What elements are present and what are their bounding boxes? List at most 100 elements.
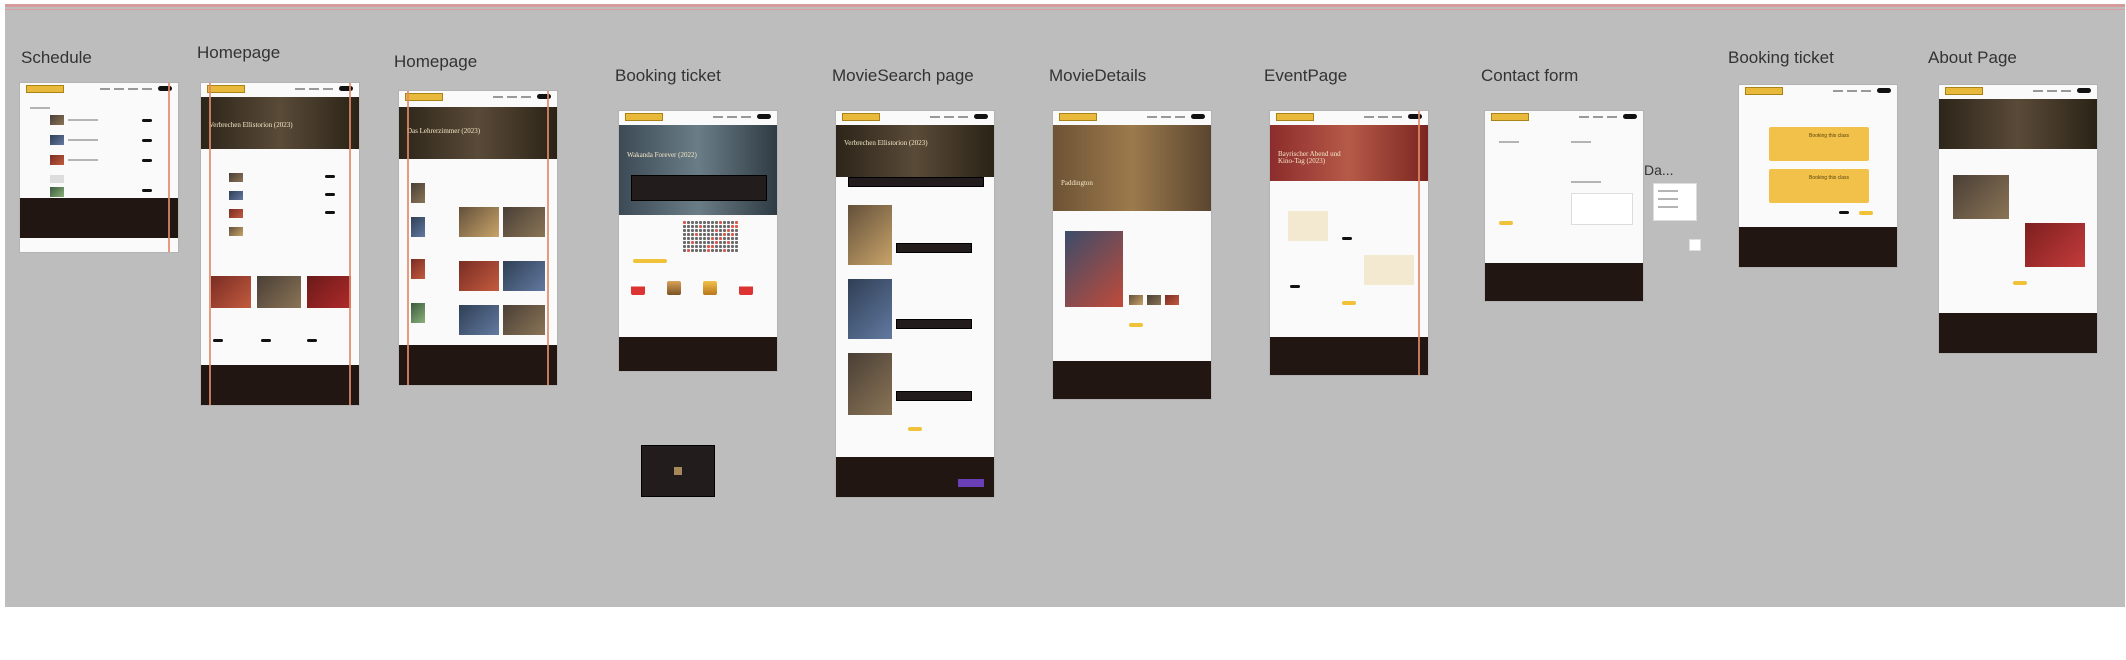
seat[interactable] <box>707 229 710 232</box>
frame-label-movie-search[interactable]: MovieSearch page <box>832 66 974 86</box>
seat[interactable] <box>719 249 722 252</box>
hero-banner[interactable]: Verbrechen Ellistorion (2023) <box>836 125 994 177</box>
seat[interactable] <box>711 225 714 228</box>
frame-label-schedule[interactable]: Schedule <box>21 48 92 68</box>
seat[interactable] <box>727 233 730 236</box>
seat[interactable] <box>715 237 718 240</box>
seat[interactable] <box>715 225 718 228</box>
seat[interactable] <box>707 237 710 240</box>
seat[interactable] <box>691 241 694 244</box>
seat[interactable] <box>703 249 706 252</box>
seat[interactable] <box>683 241 686 244</box>
seat[interactable] <box>731 225 734 228</box>
seat[interactable] <box>719 225 722 228</box>
frame-data[interactable] <box>1653 183 1697 221</box>
seat[interactable] <box>711 237 714 240</box>
seat[interactable] <box>715 249 718 252</box>
seat[interactable] <box>687 245 690 248</box>
snack-popcorn[interactable] <box>631 281 645 295</box>
seat[interactable] <box>691 245 694 248</box>
seat[interactable] <box>703 229 706 232</box>
seat[interactable] <box>735 245 738 248</box>
seat[interactable] <box>731 233 734 236</box>
seat[interactable] <box>683 249 686 252</box>
seat[interactable] <box>727 221 730 224</box>
seat[interactable] <box>703 245 706 248</box>
seat[interactable] <box>727 249 730 252</box>
seat[interactable] <box>711 241 714 244</box>
seat[interactable] <box>703 241 706 244</box>
seat[interactable] <box>719 237 722 240</box>
seat[interactable] <box>691 237 694 240</box>
seat[interactable] <box>711 249 714 252</box>
seat[interactable] <box>727 229 730 232</box>
seat[interactable] <box>727 245 730 248</box>
seat[interactable] <box>695 249 698 252</box>
ticket-card-2[interactable]: Booking this class <box>1769 169 1869 203</box>
frame-label-about[interactable]: About Page <box>1928 48 2017 68</box>
frame-label-booking-2[interactable]: Booking ticket <box>1728 48 1834 68</box>
seat[interactable] <box>707 249 710 252</box>
seat[interactable] <box>731 241 734 244</box>
seat[interactable] <box>707 233 710 236</box>
seat[interactable] <box>711 221 714 224</box>
seat[interactable] <box>735 241 738 244</box>
seat[interactable] <box>727 241 730 244</box>
snack-combo[interactable] <box>703 281 717 295</box>
seat[interactable] <box>731 245 734 248</box>
frame-booking-1[interactable]: Wakanda Forever (2022) <box>619 111 777 371</box>
frame-label-movie-details[interactable]: MovieDetails <box>1049 66 1146 86</box>
frame-about[interactable] <box>1939 85 2097 353</box>
frame-label-homepage-2[interactable]: Homepage <box>394 52 477 72</box>
hero-banner[interactable]: Bayrischer Abend und Kino-Tag (2023) <box>1270 125 1428 181</box>
seat[interactable] <box>683 233 686 236</box>
seat[interactable] <box>715 221 718 224</box>
seat[interactable] <box>703 225 706 228</box>
seat[interactable] <box>723 241 726 244</box>
seat[interactable] <box>735 221 738 224</box>
seat[interactable] <box>703 237 706 240</box>
frame-label-event-page[interactable]: EventPage <box>1264 66 1347 86</box>
seat[interactable] <box>735 233 738 236</box>
seat[interactable] <box>699 249 702 252</box>
seat[interactable] <box>735 249 738 252</box>
seat[interactable] <box>687 249 690 252</box>
frame-contact-form[interactable] <box>1485 111 1643 301</box>
seat[interactable] <box>699 229 702 232</box>
frame-movie-details[interactable]: Paddington <box>1053 111 1211 399</box>
seat[interactable] <box>707 225 710 228</box>
movie-thumb[interactable] <box>50 115 64 125</box>
snack-popcorn-2[interactable] <box>739 281 753 295</box>
seat[interactable] <box>695 221 698 224</box>
seat[interactable] <box>707 245 710 248</box>
seat[interactable] <box>683 225 686 228</box>
seat[interactable] <box>727 237 730 240</box>
hero-banner[interactable]: Wakanda Forever (2022) <box>619 125 777 215</box>
frame-schedule[interactable] <box>20 83 178 252</box>
seat[interactable] <box>695 241 698 244</box>
design-canvas[interactable]: Schedule Homepage Homepage Booking ticke… <box>5 4 2125 607</box>
seat[interactable] <box>723 237 726 240</box>
frame-movie-search[interactable]: Verbrechen Ellistorion (2023) <box>836 111 994 497</box>
seat[interactable] <box>687 241 690 244</box>
seat[interactable] <box>691 225 694 228</box>
seat[interactable] <box>723 221 726 224</box>
seat[interactable] <box>731 237 734 240</box>
media-card[interactable] <box>641 445 715 497</box>
seat[interactable] <box>719 229 722 232</box>
seat[interactable] <box>715 229 718 232</box>
hero-banner[interactable]: Das Lehrerzimmer (2023) <box>399 107 557 159</box>
movie-thumb[interactable] <box>50 135 64 145</box>
seat[interactable] <box>699 233 702 236</box>
seat[interactable] <box>683 245 686 248</box>
seat[interactable] <box>687 221 690 224</box>
seat[interactable] <box>723 249 726 252</box>
seat[interactable] <box>687 237 690 240</box>
seat[interactable] <box>731 249 734 252</box>
date-selector[interactable] <box>631 175 767 201</box>
seat[interactable] <box>687 225 690 228</box>
frame-booking-2[interactable]: Booking this class Booking this class <box>1739 85 1897 267</box>
seat[interactable] <box>707 241 710 244</box>
seat[interactable] <box>723 229 726 232</box>
seat[interactable] <box>719 233 722 236</box>
